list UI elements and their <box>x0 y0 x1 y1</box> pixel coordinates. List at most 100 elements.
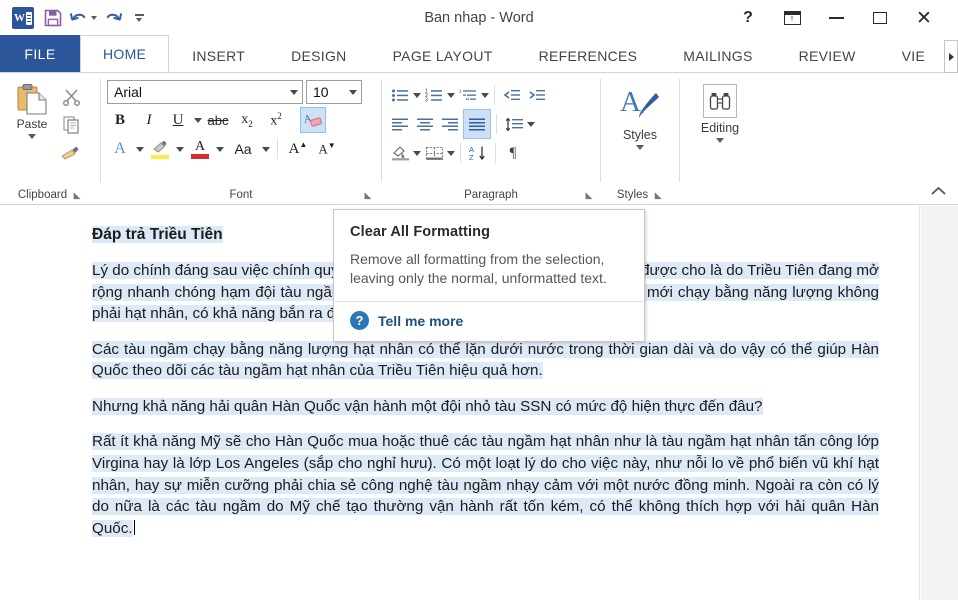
quick-access-toolbar: W <box>0 4 150 32</box>
bold-button[interactable]: B <box>107 107 133 133</box>
editing-dropdown-arrow[interactable] <box>716 138 724 143</box>
text-highlight-dropdown-arrow[interactable] <box>176 146 184 152</box>
decrease-font-size-button[interactable]: A▼ <box>314 136 340 162</box>
show-hide-formatting-marks-button[interactable]: ¶ <box>501 141 525 165</box>
font-color-button[interactable]: A <box>187 136 213 162</box>
collapse-ribbon-button[interactable] <box>928 182 948 200</box>
shading-dropdown-arrow[interactable] <box>413 150 421 156</box>
align-left-button[interactable] <box>388 112 412 136</box>
restore-button[interactable] <box>858 3 902 33</box>
ribbon-tab-strip: FILE HOME INSERT DESIGN PAGE LAYOUT REFE… <box>0 35 958 73</box>
save-button[interactable] <box>38 4 68 32</box>
change-case-dropdown-arrow[interactable] <box>262 146 270 152</box>
editing-button[interactable]: Editing <box>688 80 752 143</box>
bullets-dropdown-arrow[interactable] <box>413 92 421 98</box>
tab-insert[interactable]: INSERT <box>169 39 268 72</box>
tab-file[interactable]: FILE <box>0 35 80 72</box>
paragraph-row1-separator <box>494 85 495 105</box>
svg-text:A: A <box>620 86 641 118</box>
minimize-icon <box>828 17 844 19</box>
paragraph-dialog-launcher[interactable]: ◣ <box>584 190 594 200</box>
font-selection-row: Arial 10 <box>107 80 362 104</box>
paste-dropdown-arrow[interactable] <box>28 134 36 139</box>
customize-quick-access-toolbar-button[interactable] <box>128 4 150 32</box>
window-controls: ? ✕ <box>726 0 958 36</box>
clipboard-dialog-launcher[interactable]: ◣ <box>72 190 82 200</box>
ribbon-group-clipboard: Paste Clipboard ◣ <box>0 73 100 204</box>
styles-button[interactable]: A Styles <box>609 80 671 150</box>
borders-button[interactable] <box>422 141 446 165</box>
tab-references[interactable]: REFERENCES <box>516 39 661 72</box>
tab-design[interactable]: DESIGN <box>268 39 369 72</box>
format-painter-button[interactable] <box>58 140 84 164</box>
editing-group-label-row: Editing <box>680 186 760 204</box>
tab-review[interactable]: REVIEW <box>776 39 879 72</box>
align-left-icon <box>392 118 408 131</box>
tab-overflow-button[interactable] <box>944 40 958 73</box>
numbering-dropdown-arrow[interactable] <box>447 92 455 98</box>
styles-dialog-launcher[interactable]: ◣ <box>653 190 663 200</box>
underline-button[interactable]: U <box>165 107 191 133</box>
font-size-dropdown-arrow[interactable] <box>349 89 357 95</box>
bullets-icon <box>392 89 408 101</box>
clear-all-formatting-button[interactable]: A <box>300 107 326 133</box>
superscript-button[interactable]: x2 <box>263 107 289 133</box>
bullets-button[interactable] <box>388 83 412 107</box>
sort-button[interactable]: A Z <box>466 141 490 165</box>
word-app-icon[interactable]: W <box>8 4 38 32</box>
strikethrough-button[interactable]: abc <box>205 107 231 133</box>
change-case-button[interactable]: Aa <box>227 136 259 162</box>
font-color-dropdown-arrow[interactable] <box>216 146 224 152</box>
text-effects-dropdown-arrow[interactable] <box>136 146 144 152</box>
tab-page-layout[interactable]: PAGE LAYOUT <box>370 39 516 72</box>
tab-home[interactable]: HOME <box>80 35 170 72</box>
font-name-combobox[interactable]: Arial <box>107 80 303 104</box>
font-dialog-launcher[interactable]: ◣ <box>363 190 373 200</box>
paragraph-tools-row: A Z ¶ <box>388 141 525 165</box>
close-button[interactable]: ✕ <box>902 3 946 33</box>
numbering-button[interactable]: 1 2 3 <box>422 83 446 107</box>
save-icon <box>44 9 62 27</box>
svg-text:Z: Z <box>469 153 474 161</box>
justify-button[interactable] <box>463 109 491 139</box>
undo-button[interactable] <box>68 4 98 32</box>
word-logo-letter: W <box>14 11 25 24</box>
line-and-paragraph-spacing-button[interactable] <box>502 112 526 136</box>
font-size-combobox[interactable]: 10 <box>306 80 362 104</box>
editing-icon-box <box>703 84 737 118</box>
numbering-icon: 1 2 3 <box>425 88 442 103</box>
increase-indent-icon <box>529 90 545 100</box>
undo-dropdown-arrow[interactable] <box>91 16 97 20</box>
tab-view[interactable]: VIE <box>879 39 948 72</box>
paste-button[interactable]: Paste <box>6 80 58 139</box>
help-button[interactable]: ? <box>726 3 770 33</box>
subscript-button[interactable]: x2 <box>234 107 260 133</box>
binoculars-icon <box>709 92 731 110</box>
increase-indent-button[interactable] <box>525 83 549 107</box>
minimize-button[interactable] <box>814 3 858 33</box>
tooltip-tell-me-more[interactable]: ? Tell me more <box>334 302 644 341</box>
redo-button[interactable] <box>98 4 128 32</box>
align-right-button[interactable] <box>438 112 462 136</box>
paragraph-group-body: 1 2 3 1 A Z ¶ <box>382 78 600 186</box>
multilevel-list-button[interactable]: 1 <box>456 83 480 107</box>
center-button[interactable] <box>413 112 437 136</box>
ribbon-display-options-button[interactable] <box>770 3 814 33</box>
cut-button[interactable] <box>58 84 84 108</box>
italic-button[interactable]: I <box>136 107 162 133</box>
tooltip-body: Remove all formatting from the selection… <box>350 251 607 286</box>
text-highlight-color-button[interactable] <box>147 136 173 162</box>
borders-dropdown-arrow[interactable] <box>447 150 455 156</box>
styles-dropdown-arrow[interactable] <box>636 145 644 150</box>
line-spacing-dropdown-arrow[interactable] <box>527 121 535 127</box>
tab-mailings[interactable]: MAILINGS <box>660 39 775 72</box>
multilevel-list-dropdown-arrow[interactable] <box>481 92 489 98</box>
copy-button[interactable] <box>58 112 84 136</box>
restore-icon <box>873 12 887 24</box>
font-name-dropdown-arrow[interactable] <box>290 89 298 95</box>
underline-dropdown-arrow[interactable] <box>194 117 202 123</box>
decrease-indent-button[interactable] <box>500 83 524 107</box>
shading-button[interactable] <box>388 141 412 165</box>
text-effects-button[interactable]: A <box>107 136 133 162</box>
increase-font-size-button[interactable]: A▲ <box>285 136 311 162</box>
